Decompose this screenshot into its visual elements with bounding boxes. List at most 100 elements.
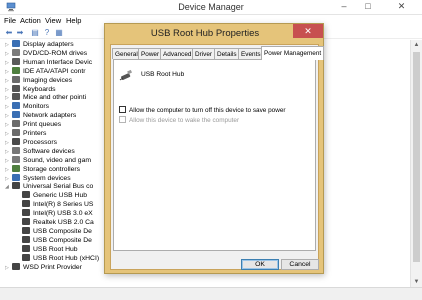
- tree-category-item[interactable]: ▷ Network adapters: [5, 111, 76, 120]
- tree-category-item[interactable]: ▷ Storage controllers: [5, 164, 81, 174]
- menu-action[interactable]: Action: [20, 16, 41, 25]
- storage-controller-icon: [12, 164, 20, 172]
- monitor-icon: [12, 102, 20, 110]
- properties-icon[interactable]: ▤: [30, 28, 40, 38]
- tree-child-item[interactable]: Intel(R) USB 3.0 eX: [22, 209, 93, 218]
- tree-item-label: Sound, video and gam: [23, 156, 92, 164]
- usb-plug-icon: [22, 218, 30, 225]
- tree-item-label: Realtek USB 2.0 Ca: [33, 219, 94, 226]
- tab-advanced[interactable]: Advanced: [160, 48, 195, 59]
- collapse-icon[interactable]: ◢: [5, 183, 12, 192]
- dialog-title: USB Root Hub Properties: [150, 28, 260, 39]
- tree-category-item[interactable]: ▷ Print queues: [5, 120, 61, 129]
- usb-icon: [12, 182, 20, 190]
- tab-driver[interactable]: Driver: [192, 48, 216, 59]
- tree-category-item[interactable]: ▷ IDE ATA/ATAPI contr: [5, 66, 86, 76]
- tree-item-label: Print queues: [23, 121, 62, 129]
- help-icon[interactable]: ?: [42, 28, 52, 38]
- tree-item-label: System devices: [23, 174, 71, 182]
- cancel-button[interactable]: Cancel: [281, 259, 319, 270]
- tree-child-item[interactable]: Generic USB Hub: [22, 191, 87, 200]
- keyboard-icon: [12, 84, 20, 92]
- ide-controller-icon: [12, 66, 20, 74]
- menu-view[interactable]: View: [45, 16, 61, 25]
- tree-child-item[interactable]: Realtek USB 2.0 Ca: [22, 218, 94, 227]
- tree-category-item[interactable]: ▷ Imaging devices: [5, 75, 72, 85]
- tree-item-label: Printers: [23, 130, 47, 137]
- dialog-close-button[interactable]: ✕: [293, 24, 323, 38]
- tree-item-label: USB Root Hub: [33, 245, 78, 253]
- menu-file[interactable]: File: [4, 16, 16, 25]
- tree-item-label: Storage controllers: [23, 165, 81, 173]
- tree-item-label: IDE ATA/ATAPI contr: [23, 67, 86, 75]
- tree-category-item[interactable]: ▷ Processors: [5, 137, 57, 147]
- vertical-scrollbar[interactable]: ▲ ▼: [410, 40, 422, 287]
- usb-plug-icon: [22, 235, 30, 243]
- tree-item-label: USB Root Hub (xHCI): [33, 254, 100, 262]
- tree-category-item[interactable]: ▷ Display adapters: [5, 40, 74, 49]
- processor-icon: [12, 137, 20, 145]
- usb-plug-icon: [22, 253, 30, 261]
- tree-child-item[interactable]: USB Root Hub (xHCI): [22, 253, 100, 263]
- dvd-drive-icon: [12, 48, 20, 56]
- tree-item-label: Mice and other pointi: [23, 94, 87, 102]
- tree-item-label: Keyboards: [23, 85, 56, 93]
- tree-category-item[interactable]: ▷ System devices: [5, 173, 71, 183]
- tree-category-item[interactable]: ▷ Sound, video and gam: [5, 155, 92, 165]
- tab-details[interactable]: Details: [214, 48, 240, 59]
- tree-category-item[interactable]: ▷ WSD Print Provider: [5, 262, 82, 273]
- tree-category-item[interactable]: ▷ DVD/CD-ROM drives: [5, 48, 88, 58]
- tree-item-label: WSD Print Provider: [23, 263, 82, 271]
- tree-item-label: Generic USB Hub: [33, 192, 88, 200]
- tree-item-label: Software devices: [23, 147, 75, 155]
- allow-turn-off-option[interactable]: Allow the computer to turn off this devi…: [119, 106, 286, 114]
- ok-button[interactable]: OK: [241, 259, 279, 270]
- usb-plug-icon: [119, 69, 133, 81]
- tree-item-label: Network adapters: [23, 112, 77, 120]
- expand-icon[interactable]: ▷: [5, 264, 12, 273]
- allow-wake-checkbox: [119, 116, 126, 123]
- usb-plug-icon: [22, 244, 30, 252]
- tree-category-item[interactable]: ▷ Mice and other pointi: [5, 93, 86, 102]
- sound-icon: [12, 155, 20, 163]
- scroll-up-icon[interactable]: ▲: [411, 40, 422, 50]
- tab-events[interactable]: Events: [238, 48, 264, 59]
- usb-plug-icon: [22, 191, 30, 199]
- tab-power-management[interactable]: Power Management: [261, 46, 325, 60]
- tree-category-item[interactable]: ▷ Printers: [5, 129, 46, 138]
- menu-help[interactable]: Help: [66, 16, 81, 25]
- tree-category-item[interactable]: ▷ Software devices: [5, 146, 75, 156]
- display-adapter-icon: [12, 40, 20, 47]
- tree-category-item[interactable]: ◢ Universal Serial Bus co: [5, 182, 93, 191]
- tree-child-item[interactable]: USB Root Hub: [22, 244, 78, 254]
- tab-power[interactable]: Power: [138, 48, 163, 59]
- maximize-button[interactable]: □: [356, 0, 380, 14]
- status-bar: [0, 287, 422, 300]
- main-title-bar: Device Manager – □ ✕: [0, 0, 422, 15]
- tree-item-label: DVD/CD-ROM drives: [23, 49, 88, 57]
- tree-child-item[interactable]: Intel(R) 8 Series US: [22, 200, 93, 209]
- tree-child-item[interactable]: USB Composite De: [22, 235, 92, 245]
- scroll-down-icon[interactable]: ▼: [411, 277, 422, 287]
- scroll-thumb[interactable]: [413, 52, 420, 262]
- allow-turn-off-checkbox[interactable]: [119, 106, 126, 113]
- tree-item-label: Universal Serial Bus co: [23, 183, 94, 191]
- tree-category-item[interactable]: ▷ Keyboards: [5, 84, 56, 94]
- tree-category-item[interactable]: ▷ Human Interface Devic: [5, 57, 92, 67]
- close-button[interactable]: ✕: [381, 0, 422, 14]
- view-icon[interactable]: ▦: [54, 28, 64, 38]
- allow-turn-off-label: Allow the computer to turn off this devi…: [129, 107, 286, 114]
- back-icon[interactable]: ⬅: [4, 28, 14, 38]
- tab-general[interactable]: General: [112, 48, 141, 59]
- tree-item-label: Intel(R) USB 3.0 eX: [33, 210, 93, 218]
- tree-item-label: Intel(R) 8 Series US: [33, 201, 94, 209]
- forward-icon[interactable]: ➡: [15, 28, 25, 38]
- tree-item-label: Processors: [23, 138, 57, 146]
- tree-child-item[interactable]: USB Composite De: [22, 226, 92, 236]
- tree-category-item[interactable]: ▷ Monitors: [5, 102, 49, 111]
- minimize-button[interactable]: –: [332, 0, 356, 14]
- dialog-body: General Power Advanced Driver Details Ev…: [110, 44, 325, 270]
- device-name: USB Root Hub: [141, 71, 185, 78]
- network-adapter-icon: [12, 111, 20, 119]
- tree-item-label: USB Composite De: [33, 236, 92, 244]
